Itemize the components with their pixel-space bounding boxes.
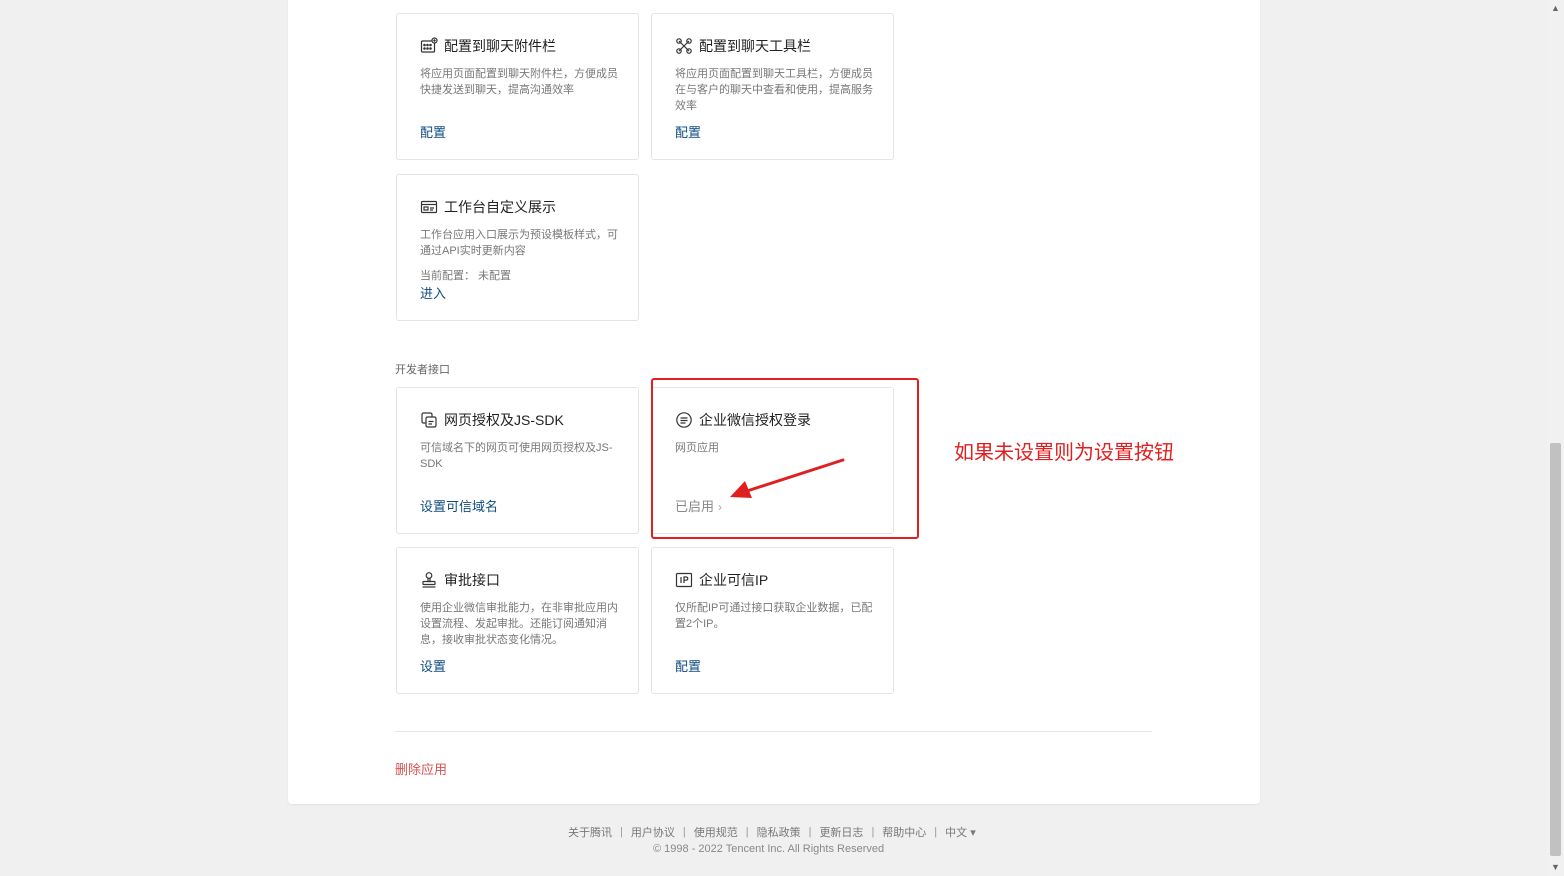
enabled-status-link[interactable]: 已启用 › (675, 496, 722, 515)
chevron-right-icon: › (718, 500, 723, 514)
card-title: 企业微信授权登录 (699, 412, 811, 428)
card-description: 仅所配IP可通过接口获取企业数据，已配置2个IP。 (675, 602, 873, 630)
scroll-up-icon[interactable]: ▲ (1547, 0, 1564, 17)
scrollbar-thumb[interactable] (1550, 443, 1561, 856)
card-description: 将应用页面配置到聊天附件栏，方便成员快捷发送到聊天，提高沟通效率 (420, 68, 618, 96)
footer-separator: | (620, 826, 623, 838)
footer-link-usage[interactable]: 使用规范 (694, 824, 738, 840)
configure-toolbar-link[interactable]: 配置 (675, 122, 701, 141)
footer-separator: | (934, 826, 938, 838)
card-title: 企业可信IP (699, 572, 769, 588)
web-auth-icon (420, 411, 438, 429)
footer-link-about[interactable]: 关于腾讯 (568, 824, 612, 840)
configure-attachment-link[interactable]: 配置 (420, 122, 446, 141)
card-description: 工作台应用入口展示为预设模板样式，可通过API实时更新内容 (420, 229, 618, 257)
language-selector[interactable]: 中文 ▾ (945, 824, 976, 840)
approval-settings-link[interactable]: 设置 (420, 656, 446, 675)
enter-workbench-link[interactable]: 进入 (420, 283, 446, 302)
card-chat-attachment: 配置到聊天附件栏 将应用页面配置到聊天附件栏，方便成员快捷发送到聊天，提高沟通效… (396, 13, 639, 160)
card-title: 工作台自定义展示 (444, 199, 556, 215)
section-title-developer-api: 开发者接口 (395, 364, 450, 376)
footer-link-privacy[interactable]: 隐私政策 (757, 824, 801, 840)
footer-link-changelog[interactable]: 更新日志 (819, 824, 863, 840)
card-title: 审批接口 (444, 572, 500, 588)
card-workbench-display: 工作台自定义展示 工作台应用入口展示为预设模板样式，可通过API实时更新内容 当… (396, 174, 639, 321)
card-description: 可信域名下的网页可使用网页授权及JS-SDK (420, 442, 613, 470)
card-description: 使用企业微信审批能力，在非审批应用内设置流程、发起审批。还能订阅通知消息，接收审… (420, 602, 618, 646)
footer-separator: | (682, 826, 686, 838)
vertical-scrollbar[interactable]: ▲ ▼ (1547, 0, 1564, 876)
footer-link-help[interactable]: 帮助中心 (882, 824, 926, 840)
footer-link-terms[interactable]: 用户协议 (631, 824, 675, 840)
card-chat-toolbar: 配置到聊天工具栏 将应用页面配置到聊天工具栏，方便成员在与客户的聊天中查看和使用… (651, 13, 894, 160)
scroll-down-icon[interactable]: ▼ (1547, 859, 1564, 876)
toolbar-icon (675, 37, 693, 55)
auth-login-icon (675, 411, 693, 429)
configure-ip-link[interactable]: 配置 (675, 656, 701, 675)
card-description: 网页应用 (675, 442, 719, 454)
card-title: 配置到聊天工具栏 (699, 38, 811, 54)
current-config-status: 当前配置： 未配置 (420, 270, 512, 282)
approval-stamp-icon (420, 571, 438, 589)
annotation-text: 如果未设置则为设置按钮 (954, 442, 1174, 464)
divider (395, 731, 1152, 732)
card-title: 配置到聊天附件栏 (444, 38, 556, 54)
footer-separator: | (871, 826, 875, 838)
card-title: 网页授权及JS-SDK (444, 412, 564, 428)
card-wecom-auth-login: 企业微信授权登录 网页应用 已启用 › (651, 387, 894, 534)
footer-separator: | (745, 826, 749, 838)
workbench-icon (420, 198, 438, 216)
footer-links: 关于腾讯 | 用户协议 | 使用规范 | 隐私政策 | 更新日志 | 帮助中心 | 中文 ▾ (568, 824, 976, 840)
footer-separator: | (808, 826, 812, 838)
enabled-status-label: 已启用 (675, 499, 715, 514)
card-web-auth-jssdk: 网页授权及JS-SDK 可信域名下的网页可使用网页授权及JS-SDK 设置可信域… (396, 387, 639, 534)
attachment-grid-icon (420, 37, 438, 55)
delete-app-link[interactable]: 删除应用 (395, 759, 447, 778)
set-trusted-domain-link[interactable]: 设置可信域名 (420, 496, 498, 515)
card-trusted-ip: 企业可信IP 仅所配IP可通过接口获取企业数据，已配置2个IP。 配置 (651, 547, 894, 694)
copyright-text: © 1998 - 2022 Tencent Inc. All Rights Re… (653, 843, 885, 855)
card-approval-api: 审批接口 使用企业微信审批能力，在非审批应用内设置流程、发起审批。还能订阅通知消… (396, 547, 639, 694)
card-description: 将应用页面配置到聊天工具栏，方便成员在与客户的聊天中查看和使用，提高服务效率 (675, 68, 873, 112)
ip-icon (675, 571, 693, 589)
